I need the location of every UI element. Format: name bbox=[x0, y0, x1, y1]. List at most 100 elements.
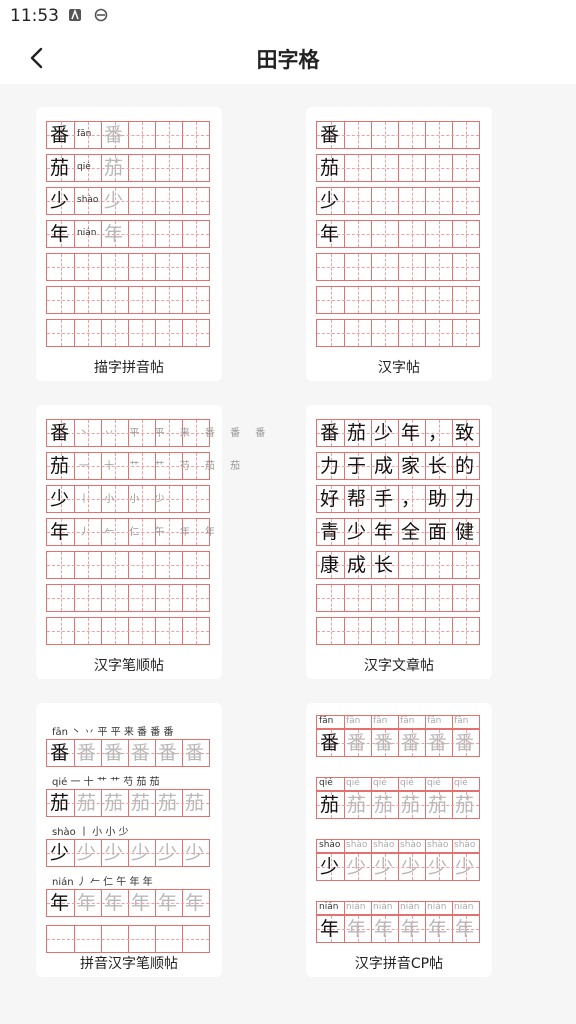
sample-character: 茄 bbox=[185, 792, 205, 814]
sample-character: 的 bbox=[455, 455, 475, 477]
grid-midline bbox=[195, 552, 197, 578]
sample-character: 番 bbox=[50, 422, 70, 444]
status-bar: 11:53 bbox=[0, 0, 576, 32]
sample-pinyin: nián bbox=[319, 902, 339, 912]
grid-row bbox=[46, 551, 210, 579]
page-title: 田字格 bbox=[256, 48, 320, 72]
sample-character: 少 bbox=[185, 842, 205, 864]
sample-character: 少 bbox=[320, 190, 340, 212]
grid-row: 茄一 十 艹 艹 芍 茄 茄 bbox=[46, 452, 240, 480]
grid-midline bbox=[465, 585, 467, 611]
grid-midline bbox=[357, 618, 359, 644]
template-card-article[interactable]: 番茄少年，致力于成家长的好帮手，助力青少年全面健康成长 汉字文章帖 bbox=[306, 405, 492, 679]
sample-character: 番 bbox=[320, 732, 340, 754]
grid-midline bbox=[317, 135, 479, 136]
grid-midline bbox=[384, 188, 386, 214]
sample-character: 少 bbox=[347, 856, 367, 878]
sample-character: 少 bbox=[455, 856, 475, 878]
sample-character: 成 bbox=[347, 554, 367, 576]
sample-pinyin: fān bbox=[346, 716, 361, 726]
grid-midline bbox=[195, 155, 197, 181]
grid-midline bbox=[168, 221, 170, 247]
sample-character: 茄 bbox=[455, 794, 475, 816]
sample-character: 年 bbox=[104, 223, 124, 245]
sample-pinyin: qié bbox=[77, 162, 91, 172]
grid-midline bbox=[384, 585, 386, 611]
card-preview: 番茄少年 bbox=[316, 119, 480, 351]
grid-row bbox=[316, 584, 480, 612]
sample-character: 帮 bbox=[347, 488, 367, 510]
card-label: 拼音汉字笔顺帖 bbox=[80, 956, 178, 972]
grid-midline bbox=[141, 221, 143, 247]
card-preview: 番 fān 番茄 qié 茄少 shào 少年 nián 年 bbox=[46, 119, 210, 351]
sample-character: ， bbox=[401, 488, 421, 510]
sample-character: 茄 bbox=[320, 157, 340, 179]
grid-row bbox=[46, 925, 210, 953]
sample-character: 成 bbox=[374, 455, 394, 477]
grid-midline bbox=[357, 221, 359, 247]
sample-character: 少 bbox=[131, 842, 151, 864]
grid-midline bbox=[87, 320, 89, 346]
grid-midline bbox=[317, 333, 479, 334]
grid-midline bbox=[114, 287, 116, 313]
grid-midline bbox=[317, 598, 479, 599]
grid-row: 番番番番番番 bbox=[316, 729, 480, 757]
sample-character: 致 bbox=[455, 422, 475, 444]
grid-midline bbox=[47, 201, 209, 202]
sample-pinyin: shào 丨 小 小 少 bbox=[52, 827, 129, 838]
sample-pinyin: shào bbox=[400, 840, 422, 850]
grid-midline bbox=[384, 618, 386, 644]
stroke-order-sample: 丿 𠂉 仁 午 年 年 bbox=[79, 527, 221, 538]
grid-midline bbox=[411, 320, 413, 346]
grid-row: 年年年年年年 bbox=[316, 915, 480, 943]
sample-character: 茄 bbox=[428, 794, 448, 816]
sample-character: 年 bbox=[347, 918, 367, 940]
sample-character: 番 bbox=[320, 124, 340, 146]
sample-character: 年 bbox=[77, 892, 97, 914]
sample-character: 健 bbox=[455, 521, 475, 543]
grid-midline bbox=[114, 320, 116, 346]
sample-pinyin: qié bbox=[454, 778, 468, 788]
sample-character: 番 bbox=[131, 742, 151, 764]
sample-character: 少 bbox=[428, 856, 448, 878]
template-card-pinyin-cp[interactable]: fān fān fān fān fān fān 番番番番番番 qié qié qié qié qié q… bbox=[306, 703, 492, 977]
grid-midline bbox=[357, 287, 359, 313]
grid-midline bbox=[60, 320, 62, 346]
sample-character: 少 bbox=[50, 190, 70, 212]
sample-pinyin: fān bbox=[373, 716, 388, 726]
grid-midline bbox=[47, 300, 209, 301]
grid-row: 年丿 𠂉 仁 午 年 年 bbox=[46, 518, 215, 546]
grid-midline bbox=[87, 585, 89, 611]
grid-row: 番番番番番番 bbox=[46, 739, 210, 767]
notification-app-icon bbox=[69, 8, 81, 21]
grid-midline bbox=[47, 267, 209, 268]
template-card-stroke-order[interactable]: 番丶 丷 平 平 来 番 番 番茄一 十 艹 艹 芍 茄 茄少丨 小 小 少年丿… bbox=[36, 405, 265, 679]
sample-character: 长 bbox=[374, 554, 394, 576]
grid-midline bbox=[384, 287, 386, 313]
grid-midline bbox=[357, 320, 359, 346]
grid-midline bbox=[330, 585, 332, 611]
sample-character: 少 bbox=[158, 842, 178, 864]
grid-row bbox=[46, 253, 210, 281]
grid-midline bbox=[330, 254, 332, 280]
grid-midline bbox=[114, 552, 116, 578]
template-card-hanzi[interactable]: 番茄少年 汉字帖 bbox=[306, 107, 492, 381]
grid-midline bbox=[465, 552, 467, 578]
grid-row: shào shào shào shào shào shào bbox=[316, 839, 480, 866]
sample-character: 茄 bbox=[50, 792, 70, 814]
sample-character: 番 bbox=[374, 732, 394, 754]
sample-pinyin: fān 丶 丷 平 平 来 番 番 番 bbox=[52, 727, 174, 738]
sample-character: 番 bbox=[104, 124, 124, 146]
stroke-order-sample: 丨 小 小 少 bbox=[79, 494, 171, 505]
grid-midline bbox=[438, 188, 440, 214]
grid-midline bbox=[411, 618, 413, 644]
grid-midline bbox=[438, 122, 440, 148]
sample-character: 康 bbox=[320, 554, 340, 576]
grid-midline bbox=[438, 287, 440, 313]
grid-row: qié qié qié qié qié qié bbox=[316, 777, 480, 804]
grid-midline bbox=[168, 188, 170, 214]
template-card-tracing-pinyin[interactable]: 番 fān 番茄 qié 茄少 shào 少年 nián 年 描字拼音帖 bbox=[36, 107, 222, 381]
template-card-pinyin-stroke[interactable]: fān 丶 丷 平 平 来 番 番 番番番番番番番 qié 一 十 艹 艹 芍 茄… bbox=[36, 703, 222, 977]
grid-midline bbox=[357, 254, 359, 280]
sample-character: 茄 bbox=[77, 792, 97, 814]
